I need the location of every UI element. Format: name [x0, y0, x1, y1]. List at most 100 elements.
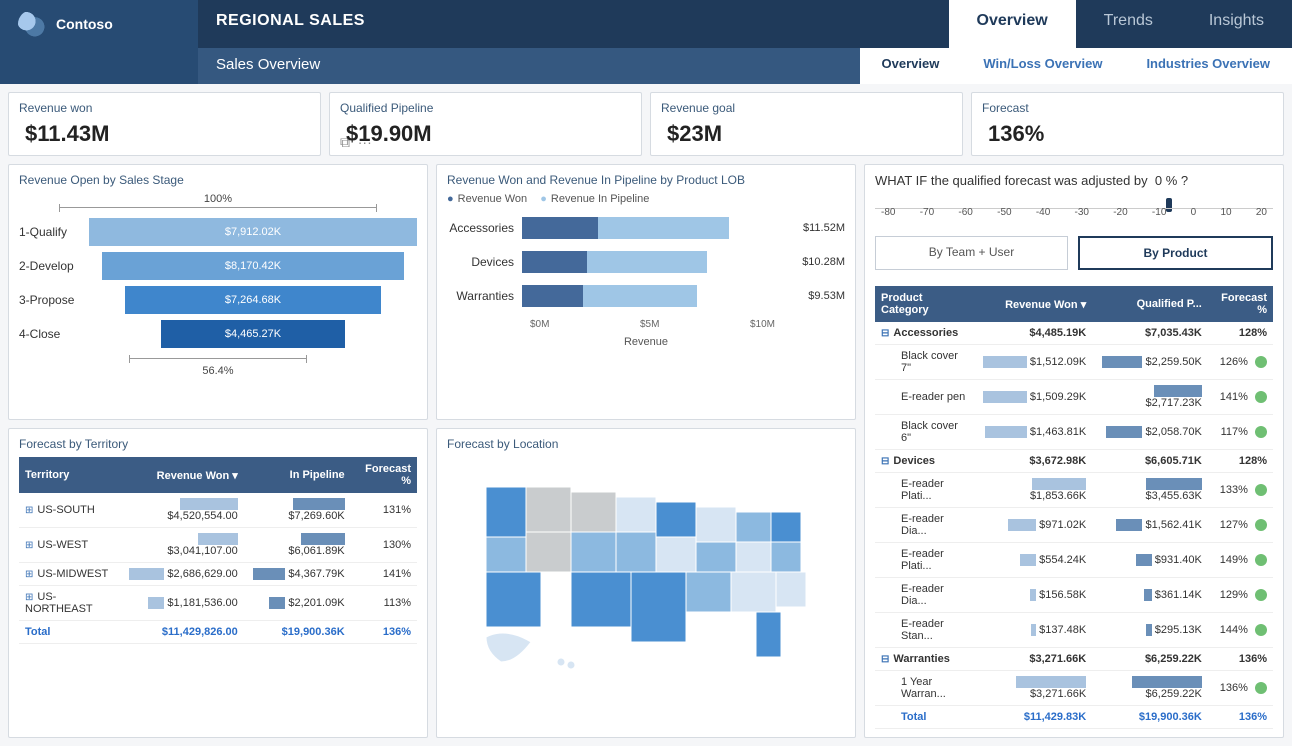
table-row[interactable]: E-reader Plati... $1,853.66K $3,455.63K …: [875, 473, 1273, 508]
kpi-qualified-pipeline[interactable]: Qualified Pipeline $19.90M ⧉ ···: [329, 92, 642, 156]
table-row[interactable]: ⊞US-SOUTH $4,520,554.00 $7,269.60K 131%: [19, 493, 417, 528]
lob-row[interactable]: Accessories $11.52M: [447, 217, 845, 239]
col-in-pipeline[interactable]: In Pipeline: [244, 457, 351, 493]
territory-table-card[interactable]: Forecast by Territory Territory Revenue …: [8, 428, 428, 738]
kpi-revenue-won[interactable]: Revenue won $11.43M: [8, 92, 321, 156]
funnel-title: Revenue Open by Sales Stage: [19, 173, 417, 187]
status-dot-icon: [1255, 356, 1267, 368]
whatif-scale[interactable]: -80-70-60-50-40-30-20-1001020: [875, 208, 1273, 220]
expand-icon[interactable]: ⊞: [25, 569, 37, 580]
expand-icon[interactable]: ⊞: [25, 592, 37, 603]
subtab-overview[interactable]: Overview: [860, 48, 962, 84]
funnel-bar: $8,170.42K: [102, 252, 404, 280]
funnel-row[interactable]: 2-Develop $8,170.42K: [19, 252, 417, 280]
lob-total: $9.53M: [800, 290, 845, 302]
map-card[interactable]: Forecast by Location: [436, 428, 856, 738]
whatif-toggle: By Team + User By Product: [875, 236, 1273, 270]
territory-table[interactable]: Territory Revenue Won ▾ In Pipeline Fore…: [19, 457, 417, 644]
col-forecast-pct[interactable]: Forecast %: [351, 457, 417, 493]
kpi-value: $23M: [661, 121, 952, 147]
table-row[interactable]: E-reader Dia... $156.58K $361.14K 129%: [875, 578, 1273, 613]
lob-pipe-bar: [598, 217, 729, 239]
table-row[interactable]: E-reader Plati... $554.24K $931.40K 149%: [875, 543, 1273, 578]
col-rev-won[interactable]: Revenue Won ▾: [119, 457, 243, 493]
funnel-row[interactable]: 1-Qualify $7,912.02K: [19, 218, 417, 246]
lob-label: Accessories: [447, 221, 522, 235]
table-row[interactable]: Black cover 7" $1,512.09K $2,259.50K 126…: [875, 345, 1273, 380]
status-dot-icon: [1255, 426, 1267, 438]
sort-desc-icon: ▾: [1081, 299, 1087, 311]
page-subtitle: Sales Overview: [198, 48, 860, 84]
toggle-by-team[interactable]: By Team + User: [875, 236, 1068, 270]
col-forecast-pct[interactable]: Forecast %: [1208, 286, 1273, 322]
lob-axis: $0M$5M$10M: [530, 319, 775, 330]
scale-tick: -10: [1152, 207, 1166, 218]
status-dot-icon: [1255, 554, 1267, 566]
scale-tick: -70: [920, 207, 934, 218]
sort-desc-icon: ▾: [232, 470, 238, 482]
expand-icon[interactable]: ⊞: [25, 540, 37, 551]
header-center: REGIONAL SALES Overview Trends Insights: [198, 0, 1292, 48]
lob-pipe-bar: [583, 285, 697, 307]
tab-overview[interactable]: Overview: [949, 0, 1076, 48]
lob-row[interactable]: Devices $10.28M: [447, 251, 845, 273]
map-title: Forecast by Location: [447, 437, 845, 451]
table-row[interactable]: ⊞US-NORTHEAST $1,181,536.00 $2,201.09K 1…: [19, 586, 417, 621]
collapse-icon[interactable]: ⊟: [881, 654, 893, 665]
kpi-label: Qualified Pipeline: [340, 101, 631, 115]
table-row[interactable]: ⊞US-WEST $3,041,107.00 $6,061.89K 130%: [19, 528, 417, 563]
collapse-icon[interactable]: ⊟: [881, 456, 893, 467]
tab-insights[interactable]: Insights: [1181, 0, 1292, 48]
status-dot-icon: [1255, 682, 1267, 694]
subtab-industries[interactable]: Industries Overview: [1124, 48, 1292, 84]
kpi-forecast[interactable]: Forecast 136%: [971, 92, 1284, 156]
lob-won-bar: [522, 285, 583, 307]
toggle-by-product[interactable]: By Product: [1078, 236, 1273, 270]
card-copy-icon[interactable]: ⧉ ···: [340, 134, 372, 151]
funnel-stage-label: 1-Qualify: [19, 225, 89, 239]
lob-chart[interactable]: Revenue Won and Revenue In Pipeline by P…: [436, 164, 856, 420]
total-row: Total$11,429,826.00 $19,900.36K136%: [19, 621, 417, 644]
table-row[interactable]: E-reader Dia... $971.02K $1,562.41K 127%: [875, 508, 1273, 543]
subtab-winloss[interactable]: Win/Loss Overview: [961, 48, 1124, 84]
category-row[interactable]: ⊟Accessories $4,485.19K$7,035.43K128%: [875, 322, 1273, 345]
col-product-category[interactable]: Product Category: [875, 286, 977, 322]
funnel-chart[interactable]: Revenue Open by Sales Stage 100% 1-Quali…: [8, 164, 428, 420]
kpi-value: $11.43M: [19, 121, 310, 147]
expand-icon[interactable]: ⊞: [25, 505, 37, 516]
lob-row[interactable]: Warranties $9.53M: [447, 285, 845, 307]
lob-legend: Revenue Won Revenue In Pipeline: [447, 193, 845, 205]
brand-area: Contoso: [0, 0, 198, 48]
whatif-table[interactable]: Product Category Revenue Won ▾ Qualified…: [875, 286, 1273, 729]
scale-tick: -80: [881, 207, 895, 218]
col-qualified-pipeline[interactable]: Qualified P...: [1092, 286, 1208, 322]
category-row[interactable]: ⊟Warranties $3,271.66K$6,259.22K136%: [875, 648, 1273, 671]
table-row[interactable]: E-reader pen $1,509.29K $2,717.23K 141%: [875, 380, 1273, 415]
kpi-label: Forecast: [982, 101, 1273, 115]
status-dot-icon: [1255, 391, 1267, 403]
col-revenue-won[interactable]: Revenue Won ▾: [977, 286, 1093, 322]
kpi-revenue-goal[interactable]: Revenue goal $23M: [650, 92, 963, 156]
lob-title: Revenue Won and Revenue In Pipeline by P…: [447, 173, 845, 187]
whatif-panel[interactable]: WHAT IF the qualified forecast was adjus…: [864, 164, 1284, 738]
col-territory[interactable]: Territory: [19, 457, 119, 493]
scale-tick: -30: [1075, 207, 1089, 218]
category-row[interactable]: ⊟Devices $3,672.98K$6,605.71K128%: [875, 450, 1273, 473]
table-row[interactable]: E-reader Stan... $137.48K $295.13K 144%: [875, 613, 1273, 648]
lob-label: Devices: [447, 255, 522, 269]
tab-trends[interactable]: Trends: [1076, 0, 1181, 48]
table-row[interactable]: 1 Year Warran... $3,271.66K $6,259.22K 1…: [875, 671, 1273, 706]
table-row[interactable]: ⊞US-MIDWEST $2,686,629.00 $4,367.79K 141…: [19, 563, 417, 586]
funnel-row[interactable]: 3-Propose $7,264.68K: [19, 286, 417, 314]
table-row[interactable]: Black cover 6" $1,463.81K $2,058.70K 117…: [875, 415, 1273, 450]
collapse-icon[interactable]: ⊟: [881, 328, 893, 339]
us-map-icon[interactable]: [466, 467, 826, 687]
dashboard-content: Revenue won $11.43M Qualified Pipeline $…: [0, 84, 1292, 746]
lob-total: $10.28M: [794, 256, 845, 268]
funnel-row[interactable]: 4-Close $4,465.27K: [19, 320, 417, 348]
funnel-stage-label: 2-Develop: [19, 259, 89, 273]
status-dot-icon: [1255, 589, 1267, 601]
scale-tick: 20: [1256, 207, 1267, 218]
funnel-stage-label: 4-Close: [19, 327, 89, 341]
scale-tick: 0: [1191, 207, 1197, 218]
